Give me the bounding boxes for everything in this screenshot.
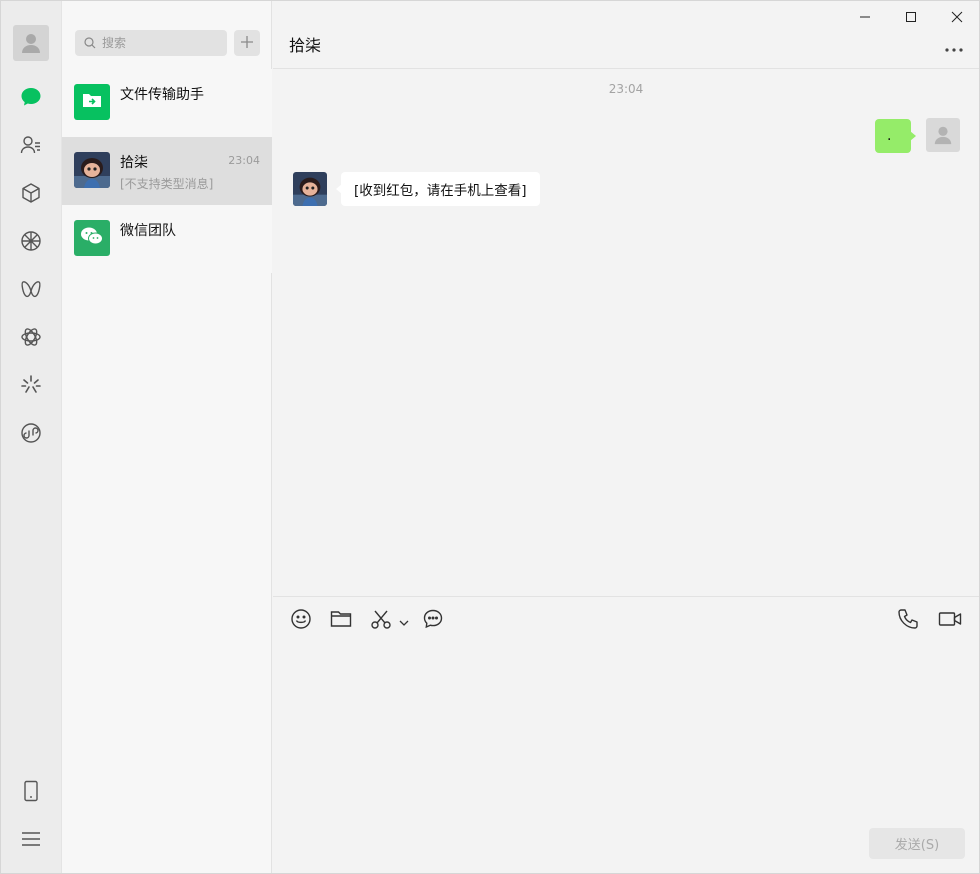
mini-programs-icon	[20, 422, 42, 444]
close-icon	[951, 8, 963, 27]
chat-title: 拾柒	[289, 36, 322, 55]
search-icon	[84, 34, 96, 53]
video-call-button[interactable]	[937, 609, 963, 633]
send-button[interactable]: 发送(S)	[869, 828, 965, 859]
self-message-avatar[interactable]	[926, 118, 960, 152]
nav-rail	[1, 1, 62, 873]
chat-header: 拾柒	[273, 1, 979, 69]
session-time: 23:04	[228, 154, 260, 167]
incoming-message-bubble[interactable]: [收到红包，请在手机上查看]	[336, 172, 540, 206]
wechat-window: 文件传输助手 拾柒 [不支持类型消息] 23:04	[0, 0, 980, 874]
emoji-button[interactable]	[289, 609, 313, 633]
session-item-wechat-team[interactable]: 微信团队	[62, 205, 272, 273]
chat-icon	[20, 86, 42, 108]
chat-history-button[interactable]	[421, 609, 445, 633]
message-bubble-icon	[422, 608, 444, 634]
nav-channels-button[interactable]	[14, 272, 48, 306]
shiqi-avatar	[74, 152, 110, 188]
minimize-button[interactable]	[853, 5, 877, 29]
voice-call-button[interactable]	[896, 609, 920, 633]
screenshot-options-button[interactable]	[397, 609, 411, 633]
plus-icon	[240, 34, 254, 53]
search-box[interactable]	[75, 30, 227, 56]
composer: 发送(S)	[273, 596, 979, 873]
phone-icon	[20, 780, 42, 802]
message-input[interactable]	[289, 645, 965, 815]
session-list-panel: 文件传输助手 拾柒 [不支持类型消息] 23:04	[62, 1, 272, 873]
moments-icon	[20, 230, 42, 252]
nav-top-stories-button[interactable]	[14, 368, 48, 402]
send-file-button[interactable]	[329, 609, 353, 633]
nav-menu-button[interactable]	[14, 822, 48, 856]
video-camera-icon	[938, 609, 962, 633]
message-timestamp: 23:04	[608, 82, 644, 96]
nav-mini-programs-button[interactable]	[14, 416, 48, 450]
nav-phone-button[interactable]	[14, 774, 48, 808]
menu-icon	[20, 828, 42, 850]
wechat-team-avatar	[74, 220, 110, 256]
session-name: 文件传输助手	[120, 87, 204, 103]
session-list: 文件传输助手 拾柒 [不支持类型消息] 23:04 微信团队	[62, 69, 272, 273]
file-transfer-avatar	[74, 84, 110, 120]
wechat-logo-icon	[80, 226, 104, 250]
phone-call-icon	[897, 608, 919, 634]
favorites-icon	[20, 182, 42, 204]
session-preview: [不支持类型消息]	[120, 177, 214, 191]
contacts-icon	[20, 134, 42, 156]
chat-panel: 拾柒 23:04 . [收到红包，请在手机上查看] 发送(S)	[273, 1, 979, 873]
folder-icon	[330, 609, 352, 633]
nav-moments-button[interactable]	[14, 224, 48, 258]
self-avatar[interactable]	[13, 25, 49, 61]
more-dots-icon	[944, 38, 964, 57]
search-miniprogram-icon	[20, 326, 42, 348]
nav-favorites-button[interactable]	[14, 176, 48, 210]
session-name: 拾柒	[120, 155, 148, 171]
nav-contacts-button[interactable]	[14, 128, 48, 162]
session-item-shiqi[interactable]: 拾柒 [不支持类型消息] 23:04	[62, 137, 272, 205]
outgoing-message-bubble[interactable]: .	[875, 119, 916, 153]
nav-search-miniprogram-button[interactable]	[14, 320, 48, 354]
add-button[interactable]	[234, 30, 260, 56]
screenshot-button[interactable]	[369, 609, 393, 633]
top-stories-icon	[20, 374, 42, 396]
channels-icon	[20, 278, 42, 300]
nav-chat-button[interactable]	[14, 80, 48, 114]
session-item-file-transfer[interactable]: 文件传输助手	[62, 69, 272, 137]
minimize-icon	[859, 8, 871, 27]
search-input[interactable]	[102, 36, 222, 50]
close-button[interactable]	[945, 5, 969, 29]
maximize-icon	[905, 8, 917, 27]
session-name: 微信团队	[120, 223, 176, 239]
scissors-icon	[370, 608, 392, 634]
folder-arrow-icon	[82, 92, 102, 112]
more-options-button[interactable]	[943, 39, 965, 55]
maximize-button[interactable]	[899, 5, 923, 29]
message-area: 23:04 . [收到红包，请在手机上查看]	[273, 70, 979, 596]
chevron-down-icon	[399, 612, 409, 631]
emoji-icon	[290, 608, 312, 634]
contact-message-avatar[interactable]	[293, 172, 327, 206]
